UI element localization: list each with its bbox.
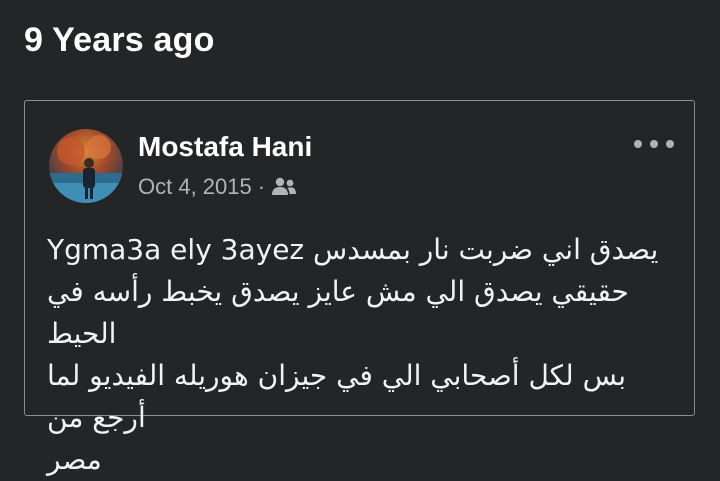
- meta-separator: ·: [257, 174, 266, 199]
- post-author-name[interactable]: Mostafa Hani: [138, 127, 312, 167]
- more-dot: [650, 140, 658, 148]
- post-meta: Oct 4, 2015 ·: [138, 171, 297, 203]
- more-dot: [634, 140, 642, 148]
- post-date[interactable]: Oct 4, 2015: [138, 174, 252, 200]
- more-options-icon[interactable]: [634, 133, 674, 155]
- more-dot: [666, 140, 674, 148]
- friends-icon: [271, 176, 297, 198]
- memories-section-title: 9 Years ago: [24, 21, 215, 59]
- avatar[interactable]: [49, 129, 123, 203]
- memory-post-card[interactable]: Mostafa Hani Oct 4, 2015 · يصدق اني ضربت…: [24, 100, 695, 476]
- post-body-text: يصدق اني ضربت نار بمسدس Ygma3a ely 3ayez…: [47, 233, 659, 476]
